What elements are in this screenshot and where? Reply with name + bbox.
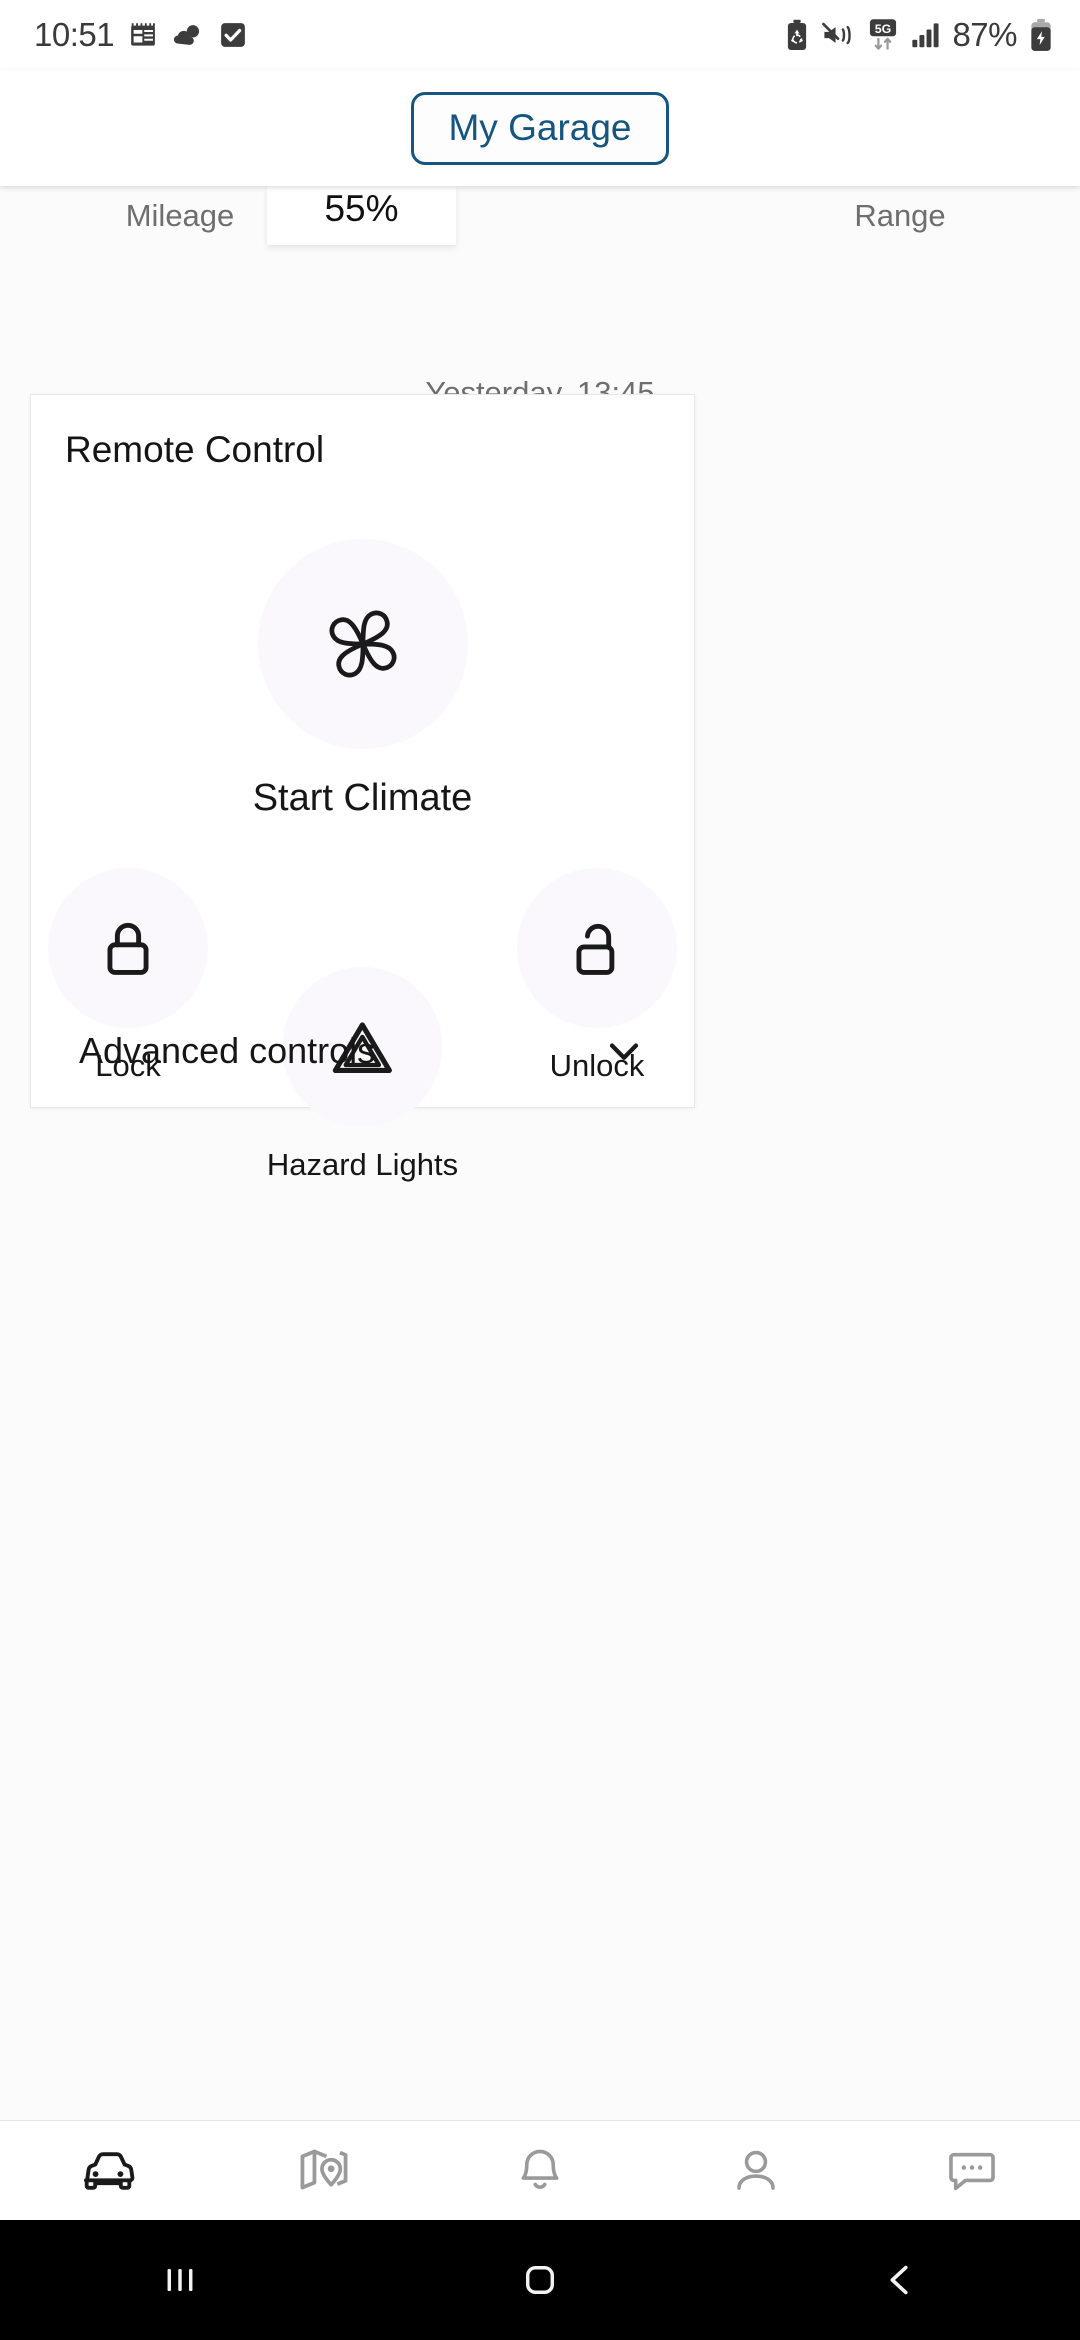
recents-icon [167,2269,193,2291]
checkbox-icon [221,23,245,47]
chevron-down-icon[interactable] [598,1025,650,1077]
start-climate-circle [257,539,468,749]
tab-notifications[interactable] [432,2142,648,2200]
remote-control-card: Remote Control Start Climate Lock Unlock… [30,394,695,1182]
nav-recents-button[interactable] [0,2258,360,2302]
stat-battery-card[interactable]: 55% [267,186,456,245]
back-icon [890,2265,908,2295]
status-bar-left: 10:51 [34,16,248,54]
lock-open-icon [576,923,615,975]
phone-screen: 10:51 5G 87% My Garage Mileage Range 55%… [0,0,1080,2340]
status-bar-clock: 10:51 [34,16,115,53]
my-garage-button[interactable]: My Garage [411,91,669,165]
status-bar-right: 5G 87% [784,16,1054,54]
battery-percent-label: 87% [952,16,1017,53]
battery-saver-icon [788,19,807,51]
start-climate-label: Start Climate [252,777,473,819]
car-icon [83,2151,135,2190]
charging-battery-icon [1031,18,1051,51]
remote-control-title: Remote Control [65,429,325,470]
lock-circle [48,868,208,1028]
calendar-icon [131,23,155,46]
tab-messages[interactable] [864,2142,1080,2200]
start-climate-button[interactable]: Start Climate [65,539,660,820]
map-pin-icon [300,2149,348,2189]
mute-vibrate-icon [822,22,852,45]
svg-text:5G: 5G [875,22,892,36]
weather-cloud-sun-icon [174,25,200,45]
bell-icon [521,2149,559,2189]
unlock-circle [517,868,677,1028]
vehicle-stats-row: Mileage Range 55% [0,186,1080,245]
signal-bars-icon [912,23,939,48]
app-header: My Garage [0,70,1080,186]
nav-home-button[interactable] [360,2257,720,2303]
bottom-tab-bar [0,2120,1080,2220]
person-icon [737,2150,775,2190]
lock-closed-icon [107,922,149,975]
fan-icon [329,610,396,678]
chat-bubble-icon [949,2152,995,2190]
tab-car[interactable] [0,2140,216,2202]
status-bar: 10:51 5G 87% [0,0,1080,70]
main-content: Mileage Range 55% Yesterday, 13:45 View … [0,186,1080,2120]
tab-map[interactable] [216,2141,432,2201]
home-icon [526,2266,554,2294]
hazard-lights-label: Hazard Lights [266,1147,459,1182]
battery-level-value: 55% [324,188,399,229]
android-nav-bar [0,2220,1080,2340]
tab-profile[interactable] [648,2142,864,2200]
advanced-controls-label: Advanced controls [79,1030,376,1071]
5g-data-icon: 5G [870,19,897,50]
stat-range[interactable]: Range [720,198,1080,234]
advanced-controls-row[interactable]: Advanced controls [79,1025,650,1077]
nav-back-button[interactable] [720,2257,1080,2303]
